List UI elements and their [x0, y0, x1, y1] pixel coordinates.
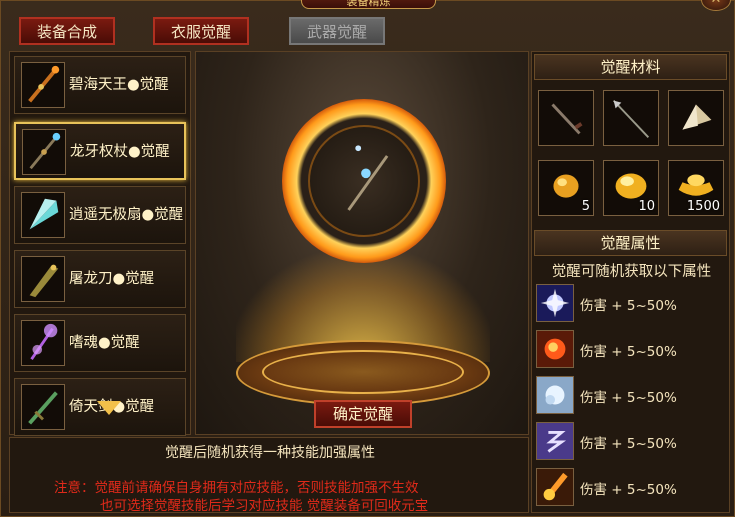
- warning-note-line-2: 也可选择觉醒技能后学习对应技能 觉醒装备可回收元宝: [100, 498, 429, 514]
- attribute-text: 伤害 + 5~50%: [580, 344, 677, 360]
- meteor-skill-icon: [536, 468, 574, 506]
- rune-skill-icon: [536, 422, 574, 460]
- weapon-label: 嗜魂●觉醒: [69, 335, 140, 351]
- spear-icon: [612, 99, 650, 138]
- awaken-ring: [282, 99, 446, 263]
- attribute-text: 伤害 + 5~50%: [580, 436, 677, 452]
- window-title-bar: 装备精炼: [301, 0, 436, 9]
- attribute-row: 伤害 + 5~50%: [536, 376, 726, 416]
- fan-icon: [682, 104, 712, 130]
- weapon-item-xiaoyao[interactable]: 逍遥无极扇●觉醒: [14, 186, 186, 244]
- ice-skill-icon: [536, 376, 574, 414]
- weapon-item-shihun[interactable]: 嗜魂●觉醒: [14, 314, 186, 372]
- blade-icon: [21, 256, 65, 302]
- attribute-row: 伤害 + 5~50%: [536, 422, 726, 462]
- weapon-label: 屠龙刀●觉醒: [69, 271, 155, 287]
- attributes-title: 觉醒属性: [534, 230, 727, 256]
- material-count: 5: [581, 199, 590, 214]
- weapon-label: 逍遥无极扇●觉醒: [69, 207, 184, 223]
- tab-weapon-awaken[interactable]: 武器觉醒: [289, 17, 385, 45]
- scepter-icon: [347, 145, 389, 211]
- right-panel: 觉醒材料 5 10 1500 觉醒属性 觉醒可随机获取以下属性 伤害 + 5~5…: [531, 51, 730, 513]
- material-slot[interactable]: [603, 90, 659, 146]
- scroll-down-arrow-icon[interactable]: [97, 401, 121, 415]
- weapon-list: 碧海天王●觉醒 龙牙权杖●觉醒 逍遥无极扇●觉醒 屠龙刀●觉醒 嗜魂●觉醒 倚天…: [9, 51, 191, 436]
- confirm-awaken-button[interactable]: 确定觉醒: [314, 400, 412, 428]
- attributes-subtitle: 觉醒可随机获取以下属性: [551, 264, 712, 280]
- scepter-icon: [22, 129, 66, 175]
- awaken-info-text: 觉醒后随机获得一种技能加强属性: [165, 445, 375, 461]
- attribute-text: 伤害 + 5~50%: [580, 298, 677, 314]
- weapon-item-tulong[interactable]: 屠龙刀●觉醒: [14, 250, 186, 308]
- material-count: 1500: [686, 199, 720, 214]
- weapon-item-bihai[interactable]: 碧海天王●觉醒: [14, 56, 186, 114]
- attribute-text: 伤害 + 5~50%: [580, 390, 677, 406]
- awaken-preview: 确定觉醒: [195, 51, 529, 435]
- bottom-info-panel: 觉醒后随机获得一种技能加强属性 注意：觉醒前请确保自身拥有对应技能，否则技能加强…: [9, 437, 529, 514]
- attribute-row: 伤害 + 5~50%: [536, 468, 726, 508]
- tab-equip-synthesis[interactable]: 装备合成: [19, 17, 115, 45]
- preview-slot: [308, 125, 420, 237]
- material-slot[interactable]: [668, 90, 724, 146]
- material-slot[interactable]: 10: [603, 160, 659, 216]
- tab-clothes-awaken[interactable]: 衣服觉醒: [153, 17, 249, 45]
- attribute-row: 伤害 + 5~50%: [536, 284, 726, 324]
- altar-inner: [262, 350, 464, 394]
- sword-icon: [21, 384, 65, 430]
- material-count: 10: [638, 199, 655, 214]
- fire-skill-icon: [536, 330, 574, 368]
- attribute-text: 伤害 + 5~50%: [580, 482, 677, 498]
- material-slot[interactable]: 5: [538, 160, 594, 216]
- weapon-item-longya[interactable]: 龙牙权杖●觉醒: [14, 122, 186, 180]
- attribute-row: 伤害 + 5~50%: [536, 330, 726, 370]
- weapon-label: 龙牙权杖●觉醒: [70, 144, 170, 160]
- refine-window: 装备精炼 ✕ 装备合成 衣服觉醒 武器觉醒 碧海天王●觉醒 龙牙权杖●觉醒 逍遥…: [0, 0, 735, 517]
- material-slot[interactable]: 1500: [668, 160, 724, 216]
- dagger-icon: [551, 103, 583, 135]
- weapon-label: 碧海天王●觉醒: [69, 77, 169, 93]
- fan-icon: [21, 192, 65, 238]
- close-icon[interactable]: ✕: [701, 0, 731, 11]
- materials-title: 觉醒材料: [534, 54, 727, 80]
- soul-staff-icon: [21, 320, 65, 366]
- material-slot[interactable]: [538, 90, 594, 146]
- lightning-skill-icon: [536, 284, 574, 322]
- staff-icon: [21, 62, 65, 108]
- window-title: 装备精炼: [346, 0, 391, 8]
- warning-note-line-1: 注意：觉醒前请确保自身拥有对应技能，否则技能加强不生效: [54, 480, 419, 496]
